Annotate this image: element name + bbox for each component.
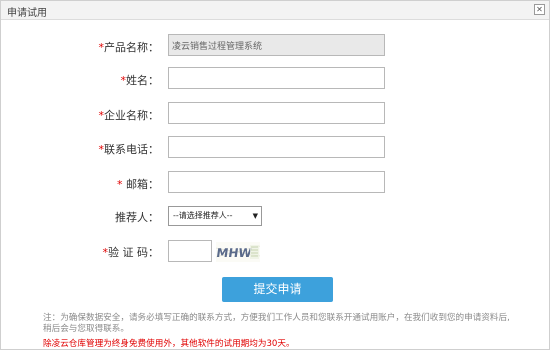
captcha-image[interactable]: MHW — [216, 242, 260, 262]
email-row: * 邮箱： — [1, 171, 550, 195]
phone-row: *联系电话： — [1, 136, 550, 160]
product-name-row: *产品名称： — [1, 34, 550, 58]
apply-trial-dialog: 申请试用 ✕ *产品名称： *姓名： *企业名称： *联系电话： * 邮箱： 推… — [0, 0, 550, 350]
company-row: *企业名称： — [1, 102, 550, 126]
info-note: 注：为确保数据安全，请务必填写正确的联系方式，方便我们工作人员和您联系开通试用账… — [43, 313, 510, 334]
close-icon[interactable]: ✕ — [534, 4, 545, 15]
captcha-text: MHW — [216, 246, 253, 260]
product-name-label: *产品名称： — [98, 41, 160, 54]
referrer-label: 推荐人： — [115, 211, 159, 224]
company-label: *企业名称： — [98, 109, 160, 122]
referrer-select[interactable]: --请选择推荐人-- ▼ — [168, 206, 262, 226]
company-field[interactable] — [168, 102, 385, 124]
referrer-row: 推荐人： --请选择推荐人-- ▼ — [1, 206, 550, 230]
name-label: *姓名： — [120, 74, 160, 87]
chevron-down-icon: ▼ — [252, 212, 258, 220]
captcha-field[interactable] — [168, 240, 212, 262]
phone-label: *联系电话： — [98, 143, 160, 156]
captcha-graphic: MHW — [216, 245, 260, 260]
dialog-title: 申请试用 — [7, 8, 47, 19]
title-bar: 申请试用 ✕ — [1, 1, 549, 20]
submit-button[interactable]: 提交申请 — [222, 277, 333, 302]
captcha-row: *验 证 码： MHW — [1, 240, 550, 268]
trial-warning-note: 除凌云仓库管理为终身免费使用外，其他软件的试用期均为30天。 — [43, 339, 295, 349]
email-field[interactable] — [168, 171, 385, 193]
product-name-field[interactable] — [168, 34, 385, 56]
email-label: * 邮箱： — [117, 178, 159, 191]
captcha-label: *验 证 码： — [102, 246, 160, 259]
phone-field[interactable] — [168, 136, 385, 158]
name-row: *姓名： — [1, 67, 550, 91]
referrer-selected-value: --请选择推荐人-- — [173, 211, 233, 220]
name-field[interactable] — [168, 67, 385, 89]
